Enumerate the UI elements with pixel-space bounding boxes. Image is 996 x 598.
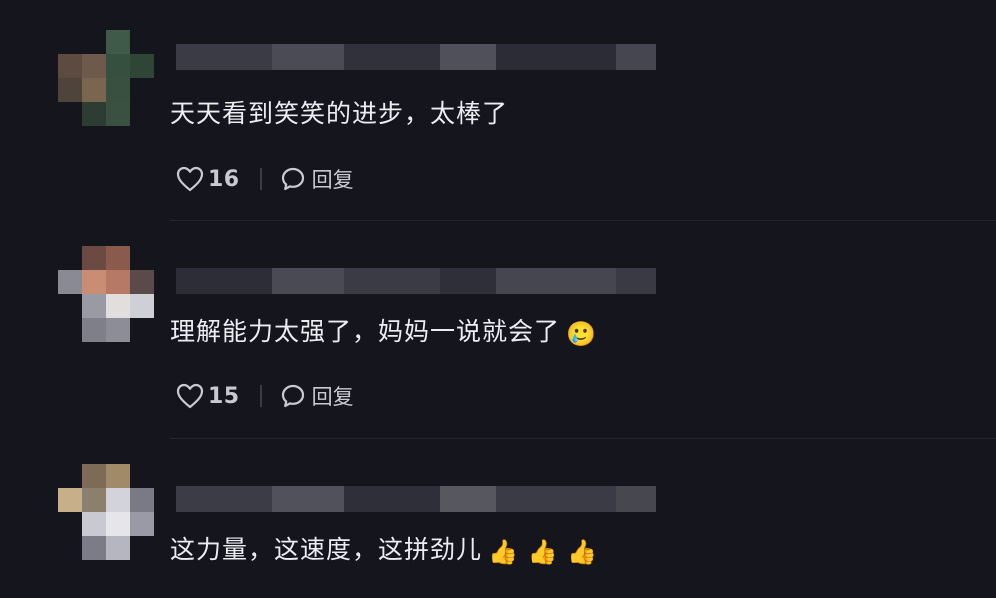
username-pixel <box>616 486 656 512</box>
reply-button[interactable]: 回复 <box>280 164 354 194</box>
emoji: 🥲 <box>566 320 597 348</box>
avatar-pixel <box>130 78 154 102</box>
avatar[interactable] <box>58 30 154 126</box>
heart-outline-icon <box>176 166 204 192</box>
avatar[interactable] <box>58 246 154 342</box>
avatar-pixel <box>58 512 82 536</box>
username-pixel <box>176 486 272 512</box>
avatar-pixel <box>106 294 130 318</box>
avatar-pixel <box>82 102 106 126</box>
username-pixel <box>496 268 616 294</box>
thumbs-up-emoji: 👍 👍 👍 <box>488 538 598 566</box>
comment-text: 理解能力太强了，妈妈一说就会了 🥲 <box>170 312 597 348</box>
username-pixel <box>496 486 616 512</box>
avatar-pixel <box>82 488 106 512</box>
avatar-pixel <box>130 536 154 560</box>
avatar-pixel <box>82 536 106 560</box>
like-count: 16 <box>208 166 240 192</box>
avatar-pixel <box>58 78 82 102</box>
comment-divider <box>170 438 996 439</box>
username-pixel <box>344 268 440 294</box>
avatar-pixel <box>82 294 106 318</box>
like-button[interactable]: 16 <box>176 166 240 192</box>
username-blurred[interactable] <box>176 486 656 512</box>
avatar-pixel <box>58 294 82 318</box>
avatar-pixel <box>130 30 154 54</box>
like-count: 15 <box>208 383 240 409</box>
username-pixel <box>440 44 496 70</box>
username-pixel <box>616 44 656 70</box>
comment-text: 天天看到笑笑的进步，太棒了 <box>170 94 508 130</box>
reply-label: 回复 <box>311 385 354 409</box>
username-pixel <box>344 486 440 512</box>
avatar-pixel <box>58 318 82 342</box>
avatar-pixel <box>130 488 154 512</box>
avatar-pixel <box>58 536 82 560</box>
reply-button[interactable]: 回复 <box>280 381 354 411</box>
avatar-pixel <box>106 464 130 488</box>
comment-divider <box>170 220 996 221</box>
action-separator <box>259 168 262 190</box>
username-pixel <box>176 268 272 294</box>
avatar-pixel <box>58 464 82 488</box>
avatar-pixel <box>106 54 130 78</box>
avatar-pixel <box>130 318 154 342</box>
speech-bubble-icon <box>280 166 306 192</box>
avatar-pixel <box>106 102 130 126</box>
action-separator <box>259 385 262 407</box>
avatar-pixel <box>82 246 106 270</box>
avatar-pixel <box>106 488 130 512</box>
speech-bubble-icon <box>280 383 306 409</box>
username-pixel <box>616 268 656 294</box>
avatar-pixel <box>82 270 106 294</box>
avatar-pixel <box>130 54 154 78</box>
username-pixel <box>272 486 344 512</box>
avatar-pixel <box>130 270 154 294</box>
avatar-pixel <box>58 246 82 270</box>
avatar-pixel <box>130 102 154 126</box>
like-button[interactable]: 15 <box>176 383 240 409</box>
avatar-pixel <box>130 294 154 318</box>
avatar-pixel <box>106 536 130 560</box>
avatar-pixel <box>58 488 82 512</box>
avatar-pixel <box>82 318 106 342</box>
avatar-pixel <box>106 246 130 270</box>
avatar-pixel <box>130 246 154 270</box>
avatar-pixel <box>106 512 130 536</box>
avatar-pixel <box>58 102 82 126</box>
avatar-pixel <box>82 464 106 488</box>
username-pixel <box>272 268 344 294</box>
username-pixel <box>272 44 344 70</box>
username-pixel <box>496 44 616 70</box>
avatar-pixel <box>58 54 82 78</box>
avatar[interactable] <box>58 464 154 560</box>
comment-text: 这力量，这速度，这拼劲儿 👍 👍 👍 <box>170 530 598 566</box>
avatar-pixel <box>82 30 106 54</box>
avatar-pixel <box>130 512 154 536</box>
avatar-pixel <box>106 270 130 294</box>
avatar-pixel <box>106 318 130 342</box>
heart-outline-icon <box>176 383 204 409</box>
avatar-pixel <box>82 54 106 78</box>
username-pixel <box>344 44 440 70</box>
username-pixel <box>176 44 272 70</box>
username-blurred[interactable] <box>176 268 656 294</box>
comment-text-body: 这力量，这速度，这拼劲儿 <box>170 535 483 564</box>
avatar-pixel <box>106 30 130 54</box>
username-pixel <box>440 268 496 294</box>
username-pixel <box>440 486 496 512</box>
avatar-pixel <box>58 30 82 54</box>
avatar-pixel <box>58 270 82 294</box>
avatar-pixel <box>82 78 106 102</box>
reply-label: 回复 <box>311 168 354 192</box>
username-blurred[interactable] <box>176 44 656 70</box>
avatar-pixel <box>106 78 130 102</box>
avatar-pixel <box>82 512 106 536</box>
comment-actions: 15 回复 <box>176 381 354 411</box>
comment-text-body: 天天看到笑笑的进步，太棒了 <box>170 99 509 128</box>
comment-actions: 16 回复 <box>176 164 354 194</box>
comment-text-body: 理解能力太强了，妈妈一说就会了 <box>170 317 561 346</box>
avatar-pixel <box>130 464 154 488</box>
